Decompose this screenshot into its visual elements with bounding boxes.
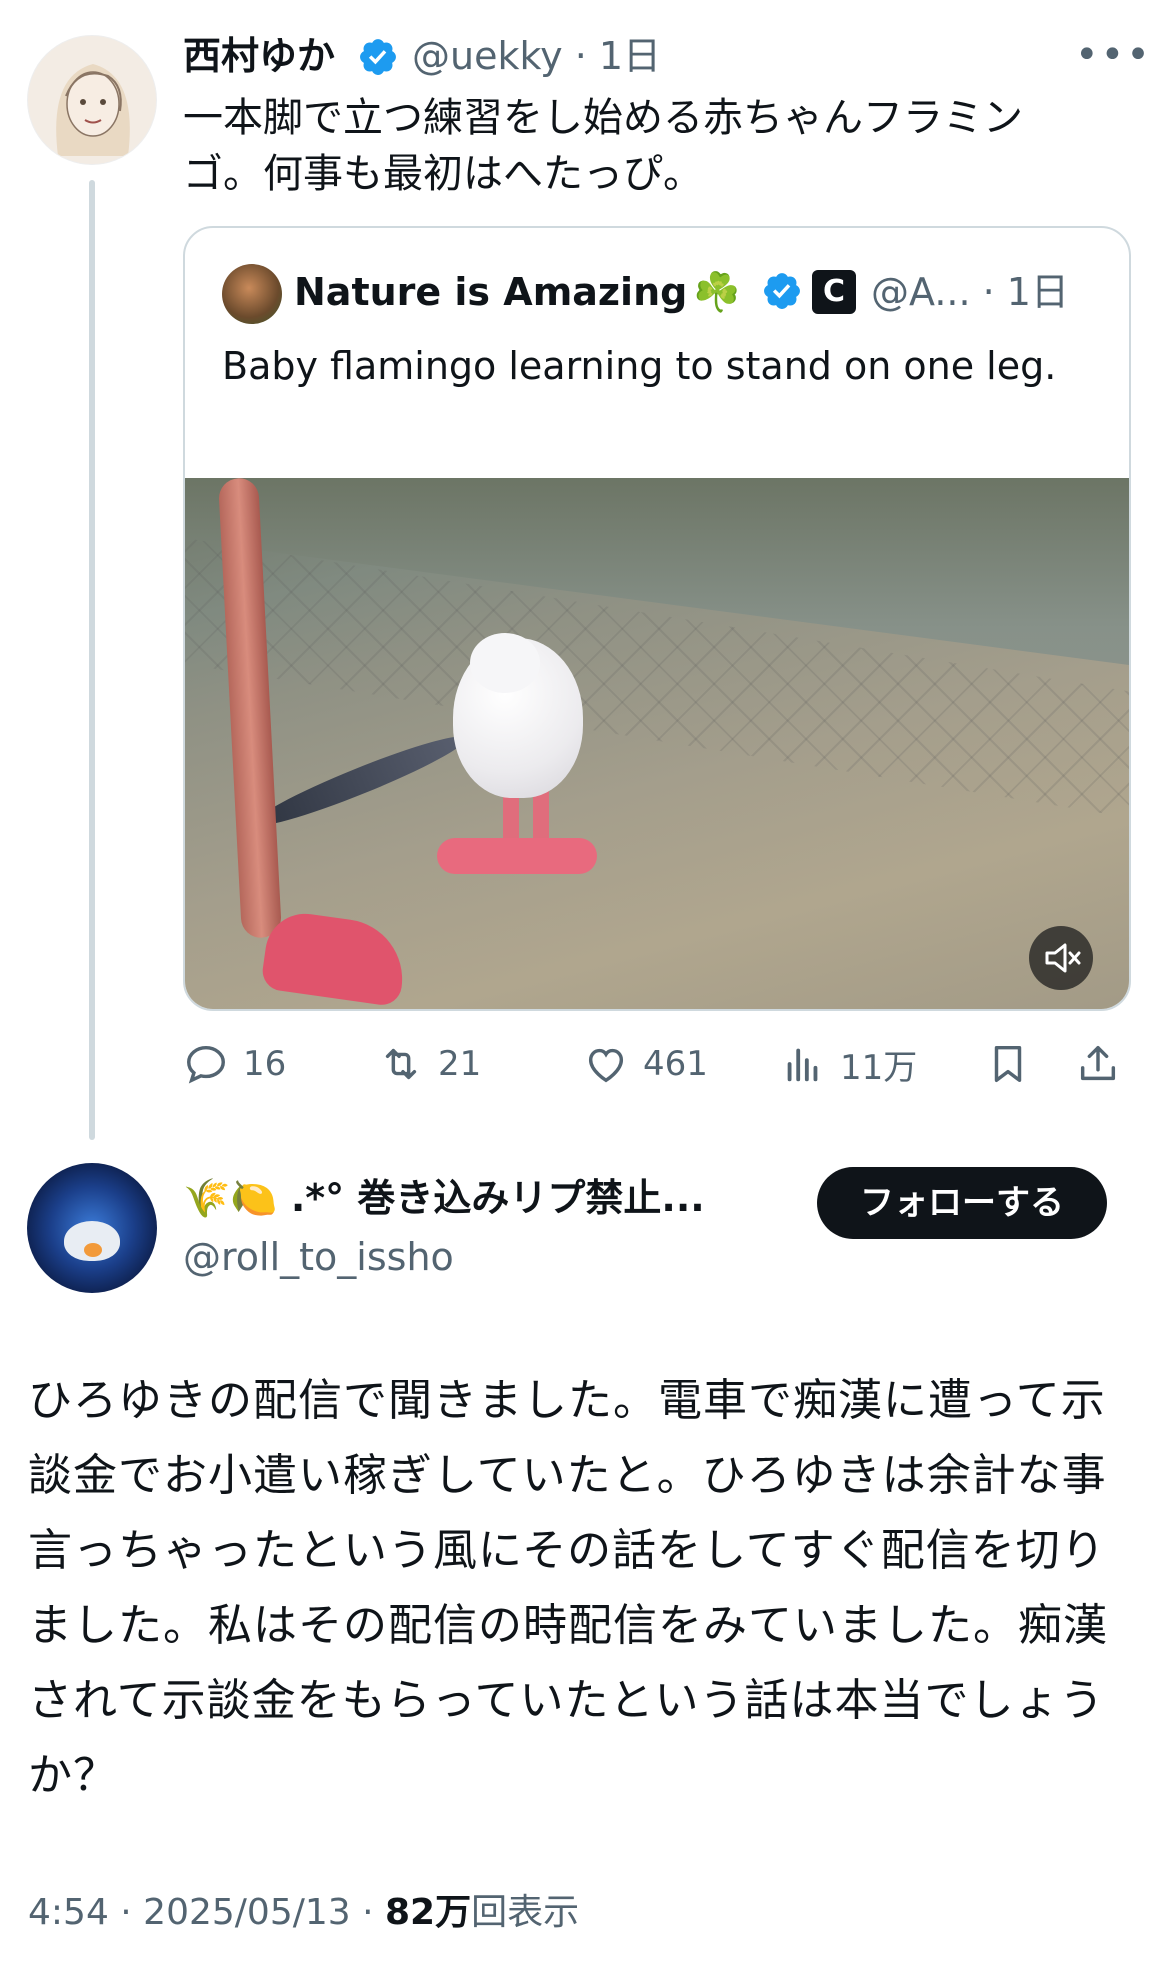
views-icon (787, 1048, 818, 1082)
share-icon (1080, 1045, 1116, 1081)
bookmark-icon (994, 1045, 1022, 1083)
reply-author-avatar[interactable] (27, 1163, 157, 1293)
video-frame-adult-foot (260, 908, 410, 1008)
quoted-tweet-card[interactable]: Nature is Amazing ☘️ C @A... · 1日 Baby f… (183, 226, 1131, 1011)
share-button[interactable] (1075, 1034, 1135, 1094)
reply-author-name[interactable]: 🌾🍋 .*° 巻き込みリプ禁止... (183, 1170, 705, 1226)
follow-button[interactable]: フォローする (817, 1167, 1107, 1239)
video-player[interactable] (185, 478, 1129, 1009)
view-count-total: 82万 (385, 1892, 472, 1933)
like-button[interactable]: 461 (583, 1034, 708, 1094)
avatar-bird-beak (84, 1243, 102, 1257)
video-frame-feather (248, 725, 472, 837)
like-icon (588, 1048, 624, 1083)
video-frame-chick-head (470, 633, 540, 693)
author-avatar[interactable] (27, 35, 157, 165)
portrait-illustration (56, 64, 130, 156)
reply-count: 16 (243, 1044, 287, 1084)
verified-icon (764, 273, 800, 309)
verified-icon (360, 39, 396, 75)
author-name[interactable]: 西村ゆか (183, 28, 335, 84)
view-label: 回表示 (471, 1892, 580, 1933)
tweet-meta: 4:54 · 2025/05/13 · 82万回表示 (28, 1885, 579, 1941)
quoted-author-name: Nature is Amazing (294, 270, 688, 314)
retweet-count: 21 (438, 1044, 482, 1084)
clover-emoji: ☘️ (693, 270, 741, 314)
mute-icon (1045, 943, 1081, 973)
timestamp[interactable]: 4:54 · 2025/05/13 · (28, 1892, 385, 1933)
affiliate-badge-icon: C (812, 270, 856, 314)
views-button[interactable]: 11万 (780, 1034, 917, 1094)
quoted-author-handle-time: @A... · 1日 (871, 270, 1069, 314)
tweet-text: 一本脚で立つ練習をし始める赤ちゃんフラミンゴ。何事も最初はへたっぴ。 (183, 95, 1023, 197)
thread-connector (89, 180, 95, 1140)
video-frame-chick-foot (437, 838, 597, 874)
reply-button[interactable]: 16 (183, 1034, 286, 1094)
retweet-button[interactable]: 21 (378, 1034, 481, 1094)
reply-author-handle[interactable]: @roll_to_issho (183, 1229, 454, 1285)
view-count: 11万 (840, 1047, 918, 1088)
bookmark-button[interactable] (985, 1034, 1045, 1094)
reply-icon (187, 1045, 225, 1084)
quoted-tweet-text: Baby flamingo learning to stand on one l… (222, 344, 1057, 388)
author-handle-time[interactable]: @uekky · 1日 (412, 28, 661, 84)
quoted-author-avatar[interactable] (222, 264, 282, 324)
reply-tweet-text: ひろゆきの配信で聞きました。電車で痴漢に遭って示談金でお小遣い稼ぎしていたと。ひ… (28, 1375, 1108, 1801)
more-icon[interactable]: ••• (1075, 30, 1152, 80)
like-count: 461 (643, 1044, 708, 1084)
retweet-icon (385, 1048, 417, 1080)
mute-button[interactable] (1029, 926, 1093, 990)
